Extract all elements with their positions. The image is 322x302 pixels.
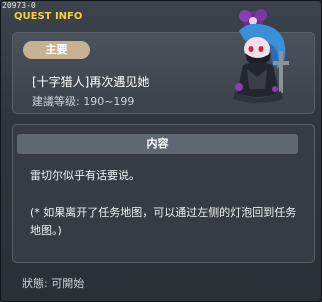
quest-info-window: 20973-0 QUEST INFO 主要 [十字猎人]再次遇见她 建議等级: …	[0, 0, 322, 302]
content-header: 内容	[17, 134, 298, 154]
content-line-1: 雷切尔似乎有话要说。	[30, 169, 140, 182]
quest-status: 狀態: 可開始	[22, 277, 85, 290]
quest-level: 建議等级: 190~199	[32, 95, 135, 108]
quest-content-panel: 内容 雷切尔似乎有话要说。 (* 如果离开了任务地图，可以通过左侧的灯泡回到任务…	[12, 124, 315, 263]
npc-portrait-icon	[233, 9, 289, 103]
window-title: QUEST INFO	[14, 11, 83, 22]
quest-id-label: 20973-0	[2, 1, 36, 10]
quest-name: [十字猎人]再次遇见她	[32, 75, 150, 89]
quest-category-badge: 主要	[23, 41, 90, 59]
content-text: 雷切尔似乎有话要说。 (* 如果离开了任务地图，可以通过左侧的灯泡回到任务地图。…	[30, 167, 305, 259]
content-line-2: (* 如果离开了任务地图，可以通过左侧的灯泡回到任务地图。)	[30, 206, 297, 237]
